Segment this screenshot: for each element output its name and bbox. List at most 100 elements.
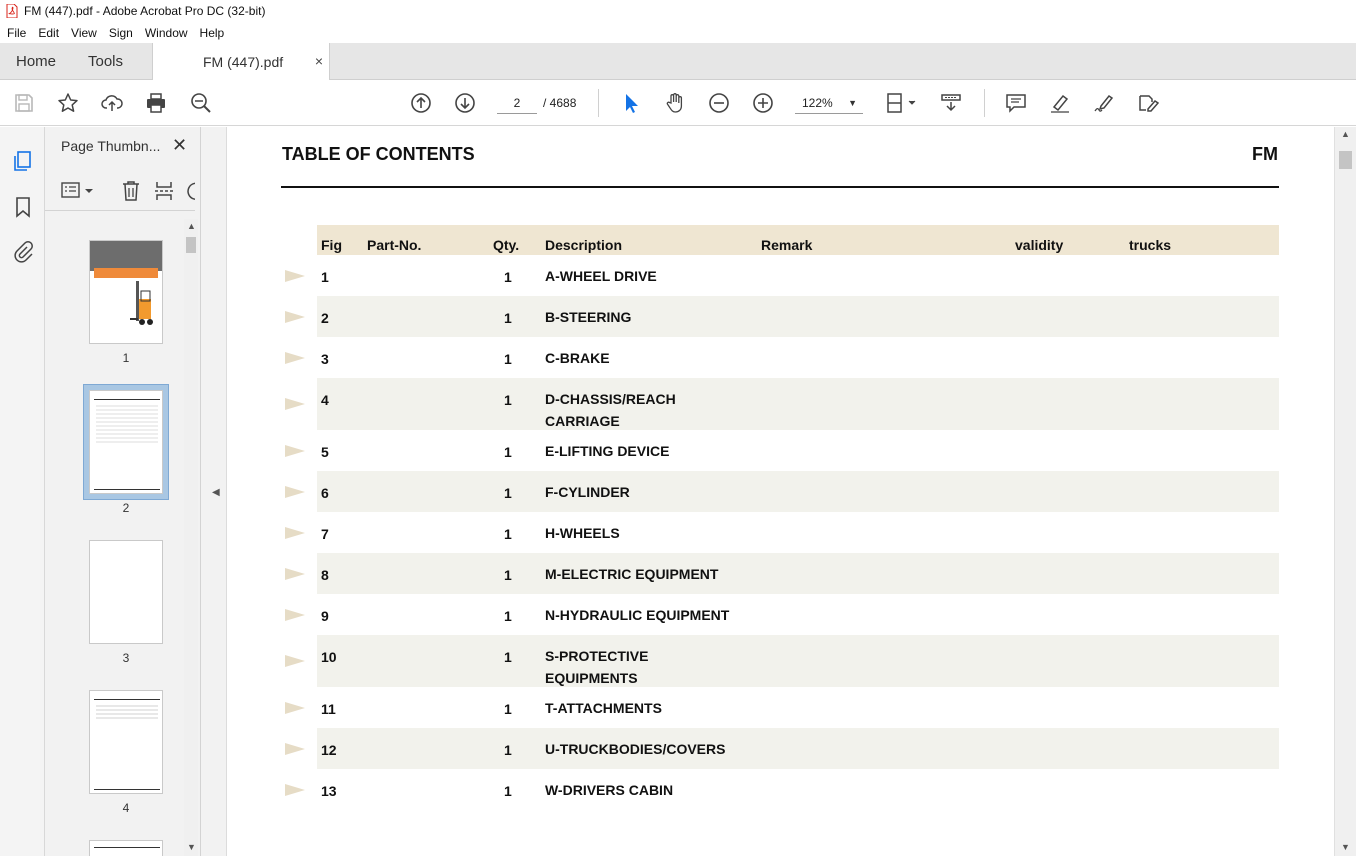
menu-edit[interactable]: Edit — [32, 26, 65, 40]
header-trucks: trucks — [1129, 237, 1172, 253]
scroll-up-icon[interactable]: ▲ — [187, 221, 196, 231]
table-row: 13 1 W-DRIVERS CABIN — [285, 769, 1279, 810]
page-thumbnail-4[interactable] — [89, 690, 163, 794]
row-arrow-icon[interactable] — [285, 310, 305, 324]
table-row: 4 1 D-CHASSIS/REACH CARRIAGE — [285, 378, 1279, 432]
attachment-icon[interactable] — [11, 240, 35, 264]
cell-qty: 1 — [504, 351, 512, 367]
cell-description[interactable]: D-CHASSIS/REACH CARRIAGE — [545, 388, 676, 432]
table-row: 11 1 T-ATTACHMENTS — [285, 687, 1279, 728]
row-arrow-icon[interactable] — [285, 526, 305, 540]
scroll-down-icon[interactable]: ▼ — [187, 842, 196, 852]
scroll-down-icon[interactable]: ▼ — [1341, 842, 1350, 852]
menu-window[interactable]: Window — [139, 26, 194, 40]
zoom-level-select[interactable]: 122% ▼ — [795, 92, 863, 114]
row-arrow-icon[interactable] — [285, 783, 305, 797]
scrollbar-thumb[interactable] — [1339, 151, 1352, 169]
zoom-out-icon[interactable] — [707, 91, 731, 115]
extract-pages-icon[interactable] — [154, 180, 176, 205]
document-scrollbar[interactable]: ▲ ▼ — [1334, 127, 1356, 856]
cell-description[interactable]: M-ELECTRIC EQUIPMENT — [545, 563, 718, 585]
page-thumbnail-3[interactable] — [89, 540, 163, 644]
cell-description[interactable]: E-LIFTING DEVICE — [545, 440, 669, 462]
hand-icon[interactable] — [663, 91, 687, 115]
collapse-arrow-icon[interactable]: ◀ — [212, 487, 220, 498]
row-arrow-icon[interactable] — [285, 397, 305, 411]
edit-icon[interactable] — [1136, 91, 1160, 115]
cell-description[interactable]: T-ATTACHMENTS — [545, 697, 662, 719]
description-line: D-CHASSIS/REACH — [545, 391, 676, 407]
options-menu-icon[interactable] — [61, 181, 95, 204]
upload-icon[interactable] — [100, 91, 124, 115]
table-row: 5 1 E-LIFTING DEVICE — [285, 430, 1279, 471]
tab-bar: Home Tools FM (447).pdf × — [0, 43, 1356, 81]
search-zoom-icon[interactable] — [189, 91, 213, 115]
menu-file[interactable]: File — [0, 26, 32, 40]
bookmark-icon[interactable] — [11, 195, 35, 219]
menu-sign[interactable]: Sign — [103, 26, 139, 40]
page-thumbnail-5[interactable] — [89, 840, 163, 856]
page-fit-icon[interactable] — [883, 91, 919, 115]
highlight-icon[interactable] — [1048, 91, 1072, 115]
star-icon[interactable] — [56, 91, 80, 115]
thumbnails-scrollbar[interactable]: ▲ ▼ — [184, 219, 198, 856]
delete-icon[interactable] — [121, 180, 141, 205]
cell-description[interactable]: F-CYLINDER — [545, 481, 630, 503]
row-arrow-icon[interactable] — [285, 269, 305, 283]
panel-close-icon[interactable]: ✕ — [172, 135, 187, 156]
rotate-icon[interactable] — [185, 180, 195, 205]
table-row: 9 1 N-HYDRAULIC EQUIPMENT — [285, 594, 1279, 635]
scroll-up-icon[interactable]: ▲ — [1341, 129, 1350, 139]
cell-description[interactable]: B-STEERING — [545, 306, 631, 328]
cell-description[interactable]: W-DRIVERS CABIN — [545, 779, 673, 801]
page-thumbnail-1[interactable] — [89, 240, 163, 344]
tab-tools[interactable]: Tools — [88, 43, 123, 80]
zoom-in-icon[interactable] — [751, 91, 775, 115]
cell-fig: 6 — [321, 485, 329, 501]
cell-fig: 10 — [321, 649, 337, 665]
row-arrow-icon[interactable] — [285, 567, 305, 581]
row-arrow-icon[interactable] — [285, 742, 305, 756]
cell-description[interactable]: S-PROTECTIVE EQUIPMENTS — [545, 645, 648, 689]
arrow-up-icon[interactable] — [409, 91, 433, 115]
comment-icon[interactable] — [1004, 91, 1028, 115]
row-arrow-icon[interactable] — [285, 444, 305, 458]
cell-description[interactable]: N-HYDRAULIC EQUIPMENT — [545, 604, 729, 626]
arrow-down-icon[interactable] — [453, 91, 477, 115]
cell-description[interactable]: U-TRUCKBODIES/COVERS — [545, 738, 725, 760]
menu-view[interactable]: View — [65, 26, 103, 40]
row-arrow-icon[interactable] — [285, 485, 305, 499]
select-cursor-icon[interactable] — [619, 91, 643, 115]
toolbar-separator — [984, 89, 985, 117]
cell-description[interactable]: H-WHEELS — [545, 522, 620, 544]
description-line: A-WHEEL DRIVE — [545, 268, 657, 284]
page-thumbnail-2[interactable] — [89, 390, 163, 494]
thumb-rule — [94, 399, 160, 400]
panel-collapse-strip[interactable]: ◀ — [201, 127, 227, 856]
page-number-input[interactable]: 2 — [497, 92, 537, 114]
tab-document[interactable]: FM (447).pdf × — [152, 43, 330, 81]
row-arrow-icon[interactable] — [285, 654, 305, 668]
description-line: H-WHEELS — [545, 525, 620, 541]
forklift-image — [128, 281, 154, 329]
tab-home[interactable]: Home — [16, 43, 56, 80]
menu-bar: File Edit View Sign Window Help — [0, 22, 1356, 43]
cell-description[interactable]: C-BRAKE — [545, 347, 610, 369]
cell-qty: 1 — [504, 485, 512, 501]
print-icon[interactable] — [144, 91, 168, 115]
cell-qty: 1 — [504, 701, 512, 717]
acrobat-pdf-icon — [6, 3, 18, 19]
row-arrow-icon[interactable] — [285, 351, 305, 365]
menu-help[interactable]: Help — [194, 26, 231, 40]
scrollbar-thumb[interactable] — [186, 237, 196, 253]
sign-icon[interactable] — [1092, 91, 1116, 115]
row-arrow-icon[interactable] — [285, 701, 305, 715]
panel-title: Page Thumbn... — [61, 138, 161, 154]
table-row: 3 1 C-BRAKE — [285, 337, 1279, 378]
row-arrow-icon[interactable] — [285, 608, 305, 622]
tab-close-icon[interactable]: × — [315, 53, 323, 69]
cell-description[interactable]: A-WHEEL DRIVE — [545, 265, 657, 287]
save-icon[interactable] — [12, 91, 36, 115]
page-thumbnails-icon[interactable] — [11, 149, 35, 173]
scroll-mode-icon[interactable] — [939, 91, 963, 115]
